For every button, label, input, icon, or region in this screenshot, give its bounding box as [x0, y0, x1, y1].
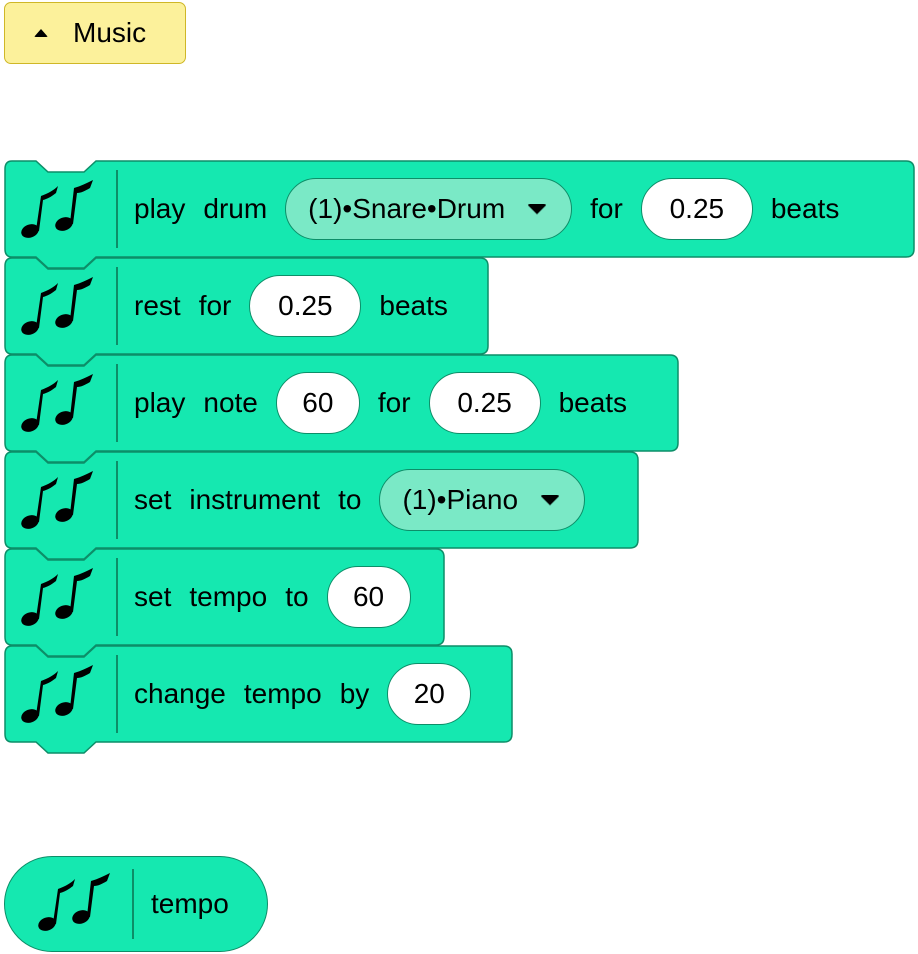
block-text: beats [379, 290, 448, 321]
separator [116, 170, 118, 248]
separator [116, 461, 118, 539]
separator [116, 364, 118, 442]
block-text: drum [203, 193, 268, 224]
set-tempo-block[interactable]: set tempo to 60 [4, 548, 445, 657]
block-text: play [134, 387, 186, 418]
music-notes-icon [19, 180, 94, 240]
block-text: by [339, 678, 370, 709]
tempo-input[interactable]: 60 [326, 566, 411, 628]
category-label: Music [73, 17, 147, 48]
music-notes-icon [19, 568, 94, 628]
play-note-block[interactable]: play note 60 for 0.25 beats [4, 354, 679, 463]
music-notes-icon [19, 471, 94, 531]
block-text: tempo [243, 678, 322, 709]
drum-dropdown-value: (1)•Snare•Drum [308, 193, 506, 224]
change-tempo-input[interactable]: 20 [387, 663, 472, 725]
music-notes-icon [36, 873, 110, 933]
drum-dropdown[interactable]: (1)•Snare•Drum [285, 178, 573, 240]
beats-input[interactable]: 0.25 [249, 275, 362, 337]
music-notes-icon [19, 665, 94, 725]
caret-up-icon [34, 29, 48, 37]
dropdown-arrow-icon [540, 495, 561, 505]
block-text: for [198, 290, 232, 321]
tempo-reporter[interactable]: tempo [4, 856, 268, 952]
block-text: tempo [189, 581, 268, 612]
block-text: to [338, 484, 362, 515]
block-text: for [377, 387, 411, 418]
separator [116, 655, 118, 733]
beats-input[interactable]: 0.25 [640, 178, 753, 240]
change-tempo-block[interactable]: change tempo by 20 [4, 645, 513, 754]
music-notes-icon [19, 277, 94, 337]
instrument-dropdown[interactable]: (1)•Piano [379, 469, 586, 531]
music-notes-icon [19, 374, 94, 434]
set-instrument-block[interactable]: set instrument to (1)•Piano [4, 451, 639, 560]
separator [116, 558, 118, 636]
block-text: for [590, 193, 623, 224]
block-text: set [134, 581, 172, 612]
instrument-dropdown-value: (1)•Piano [402, 484, 519, 515]
separator [132, 869, 134, 939]
reporter-label: tempo [151, 888, 229, 919]
block-text: play [134, 193, 186, 224]
block-text: beats [558, 387, 628, 418]
rest-for-block[interactable]: rest for 0.25 beats [4, 257, 489, 366]
block-text: rest [134, 290, 181, 321]
note-input[interactable]: 60 [275, 372, 360, 434]
separator [116, 267, 118, 345]
block-text: beats [770, 193, 840, 224]
block-text: instrument [189, 484, 321, 515]
play-drum-block[interactable]: play drum (1)•Snare•Drum for 0.25 beats [4, 160, 915, 269]
block-text: change [134, 678, 226, 709]
dropdown-arrow-icon [527, 204, 548, 214]
beats-input[interactable]: 0.25 [428, 372, 541, 434]
block-text: set [134, 484, 172, 515]
block-text: to [285, 581, 309, 612]
category-music-button[interactable]: Music [4, 2, 186, 64]
block-text: note [203, 387, 258, 418]
